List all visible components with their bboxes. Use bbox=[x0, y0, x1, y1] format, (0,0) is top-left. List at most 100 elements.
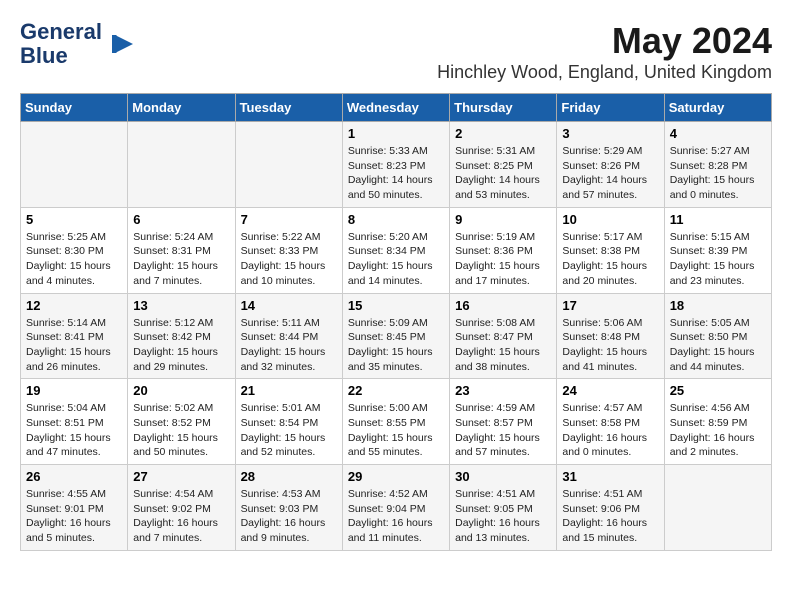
day-number: 20 bbox=[133, 383, 229, 398]
calendar-cell: 5Sunrise: 5:25 AM Sunset: 8:30 PM Daylig… bbox=[21, 207, 128, 293]
day-number: 6 bbox=[133, 212, 229, 227]
day-number: 13 bbox=[133, 298, 229, 313]
day-info: Sunrise: 5:19 AM Sunset: 8:36 PM Dayligh… bbox=[455, 230, 551, 289]
day-number: 26 bbox=[26, 469, 122, 484]
page-header: General Blue May 2024 Hinchley Wood, Eng… bbox=[20, 20, 772, 83]
day-info: Sunrise: 5:15 AM Sunset: 8:39 PM Dayligh… bbox=[670, 230, 766, 289]
day-number: 12 bbox=[26, 298, 122, 313]
calendar-week-1: 1 Sunrise: 5:33 AM Sunset: 8:23 PM Daylig… bbox=[21, 122, 772, 208]
day-number: 23 bbox=[455, 383, 551, 398]
calendar-cell: 3Sunrise: 5:29 AM Sunset: 8:26 PM Daylig… bbox=[557, 122, 664, 208]
calendar-cell: 1 Sunrise: 5:33 AM Sunset: 8:23 PM Daylig… bbox=[342, 122, 449, 208]
day-info: Sunrise: 4:53 AM Sunset: 9:03 PM Dayligh… bbox=[241, 487, 337, 546]
day-info: Sunrise: 5:09 AM Sunset: 8:45 PM Dayligh… bbox=[348, 316, 444, 375]
calendar-cell: 14 Sunrise: 5:11 AM Sunset: 8:44 PM Dayli… bbox=[235, 293, 342, 379]
weekday-header-row: SundayMondayTuesdayWednesdayThursdayFrid… bbox=[21, 94, 772, 122]
weekday-header-friday: Friday bbox=[557, 94, 664, 122]
day-info: Sunrise: 5:02 AM Sunset: 8:52 PM Dayligh… bbox=[133, 401, 229, 460]
calendar-cell: 12 Sunrise: 5:14 AM Sunset: 8:41 PM Dayli… bbox=[21, 293, 128, 379]
weekday-header-monday: Monday bbox=[128, 94, 235, 122]
calendar-cell: 21 Sunrise: 5:01 AM Sunset: 8:54 PM Dayli… bbox=[235, 379, 342, 465]
day-number: 25 bbox=[670, 383, 766, 398]
day-info: Sunrise: 4:51 AM Sunset: 9:05 PM Dayligh… bbox=[455, 487, 551, 546]
calendar-table: SundayMondayTuesdayWednesdayThursdayFrid… bbox=[20, 93, 772, 551]
day-number: 16 bbox=[455, 298, 551, 313]
day-info: Sunrise: 4:59 AM Sunset: 8:57 PM Dayligh… bbox=[455, 401, 551, 460]
day-info: Sunrise: 4:52 AM Sunset: 9:04 PM Dayligh… bbox=[348, 487, 444, 546]
calendar-cell: 20 Sunrise: 5:02 AM Sunset: 8:52 PM Dayli… bbox=[128, 379, 235, 465]
logo-icon bbox=[106, 29, 136, 59]
day-info: Sunrise: 5:12 AM Sunset: 8:42 PM Dayligh… bbox=[133, 316, 229, 375]
calendar-week-2: 5Sunrise: 5:25 AM Sunset: 8:30 PM Daylig… bbox=[21, 207, 772, 293]
day-info: Sunrise: 4:56 AM Sunset: 8:59 PM Dayligh… bbox=[670, 401, 766, 460]
calendar-cell bbox=[128, 122, 235, 208]
day-number: 11 bbox=[670, 212, 766, 227]
calendar-cell: 28Sunrise: 4:53 AM Sunset: 9:03 PM Dayli… bbox=[235, 465, 342, 551]
day-number: 4 bbox=[670, 126, 766, 141]
calendar-cell: 16 Sunrise: 5:08 AM Sunset: 8:47 PM Dayli… bbox=[450, 293, 557, 379]
day-info: Sunrise: 5:04 AM Sunset: 8:51 PM Dayligh… bbox=[26, 401, 122, 460]
calendar-cell: 30Sunrise: 4:51 AM Sunset: 9:05 PM Dayli… bbox=[450, 465, 557, 551]
calendar-cell: 2 Sunrise: 5:31 AM Sunset: 8:25 PM Daylig… bbox=[450, 122, 557, 208]
calendar-cell: 9Sunrise: 5:19 AM Sunset: 8:36 PM Daylig… bbox=[450, 207, 557, 293]
calendar-cell: 4 Sunrise: 5:27 AM Sunset: 8:28 PM Daylig… bbox=[664, 122, 771, 208]
weekday-header-wednesday: Wednesday bbox=[342, 94, 449, 122]
day-number: 24 bbox=[562, 383, 658, 398]
day-info: Sunrise: 5:14 AM Sunset: 8:41 PM Dayligh… bbox=[26, 316, 122, 375]
calendar-cell: 29 Sunrise: 4:52 AM Sunset: 9:04 PM Dayli… bbox=[342, 465, 449, 551]
day-number: 22 bbox=[348, 383, 444, 398]
calendar-cell: 8 Sunrise: 5:20 AM Sunset: 8:34 PM Daylig… bbox=[342, 207, 449, 293]
weekday-header-thursday: Thursday bbox=[450, 94, 557, 122]
day-number: 21 bbox=[241, 383, 337, 398]
day-number: 8 bbox=[348, 212, 444, 227]
day-info: Sunrise: 5:01 AM Sunset: 8:54 PM Dayligh… bbox=[241, 401, 337, 460]
day-info: Sunrise: 5:11 AM Sunset: 8:44 PM Dayligh… bbox=[241, 316, 337, 375]
location-title: Hinchley Wood, England, United Kingdom bbox=[437, 62, 772, 83]
day-info: Sunrise: 5:20 AM Sunset: 8:34 PM Dayligh… bbox=[348, 230, 444, 289]
logo-text: General Blue bbox=[20, 20, 102, 68]
calendar-cell bbox=[21, 122, 128, 208]
day-number: 10 bbox=[562, 212, 658, 227]
day-number: 27 bbox=[133, 469, 229, 484]
day-number: 29 bbox=[348, 469, 444, 484]
day-info: Sunrise: 4:54 AM Sunset: 9:02 PM Dayligh… bbox=[133, 487, 229, 546]
calendar-cell: 22Sunrise: 5:00 AM Sunset: 8:55 PM Dayli… bbox=[342, 379, 449, 465]
day-info: Sunrise: 4:51 AM Sunset: 9:06 PM Dayligh… bbox=[562, 487, 658, 546]
day-info: Sunrise: 5:22 AM Sunset: 8:33 PM Dayligh… bbox=[241, 230, 337, 289]
logo: General Blue bbox=[20, 20, 136, 68]
calendar-cell: 13 Sunrise: 5:12 AM Sunset: 8:42 PM Dayli… bbox=[128, 293, 235, 379]
calendar-cell: 11 Sunrise: 5:15 AM Sunset: 8:39 PM Dayli… bbox=[664, 207, 771, 293]
day-number: 31 bbox=[562, 469, 658, 484]
day-info: Sunrise: 5:33 AM Sunset: 8:23 PM Dayligh… bbox=[348, 144, 444, 203]
calendar-cell: 26 Sunrise: 4:55 AM Sunset: 9:01 PM Dayli… bbox=[21, 465, 128, 551]
day-info: Sunrise: 5:27 AM Sunset: 8:28 PM Dayligh… bbox=[670, 144, 766, 203]
day-number: 2 bbox=[455, 126, 551, 141]
day-number: 17 bbox=[562, 298, 658, 313]
day-info: Sunrise: 5:24 AM Sunset: 8:31 PM Dayligh… bbox=[133, 230, 229, 289]
calendar-cell: 23 Sunrise: 4:59 AM Sunset: 8:57 PM Dayli… bbox=[450, 379, 557, 465]
calendar-cell: 24Sunrise: 4:57 AM Sunset: 8:58 PM Dayli… bbox=[557, 379, 664, 465]
day-number: 15 bbox=[348, 298, 444, 313]
calendar-cell: 18Sunrise: 5:05 AM Sunset: 8:50 PM Dayli… bbox=[664, 293, 771, 379]
day-number: 14 bbox=[241, 298, 337, 313]
day-number: 5 bbox=[26, 212, 122, 227]
logo-line1: General bbox=[20, 19, 102, 44]
weekday-header-tuesday: Tuesday bbox=[235, 94, 342, 122]
day-number: 1 bbox=[348, 126, 444, 141]
month-title: May 2024 bbox=[437, 20, 772, 62]
weekday-header-saturday: Saturday bbox=[664, 94, 771, 122]
day-info: Sunrise: 5:17 AM Sunset: 8:38 PM Dayligh… bbox=[562, 230, 658, 289]
day-info: Sunrise: 5:05 AM Sunset: 8:50 PM Dayligh… bbox=[670, 316, 766, 375]
calendar-cell: 17Sunrise: 5:06 AM Sunset: 8:48 PM Dayli… bbox=[557, 293, 664, 379]
day-number: 19 bbox=[26, 383, 122, 398]
calendar-week-5: 26 Sunrise: 4:55 AM Sunset: 9:01 PM Dayli… bbox=[21, 465, 772, 551]
logo-line2: Blue bbox=[20, 43, 68, 68]
calendar-week-4: 19 Sunrise: 5:04 AM Sunset: 8:51 PM Dayli… bbox=[21, 379, 772, 465]
calendar-cell: 31 Sunrise: 4:51 AM Sunset: 9:06 PM Dayli… bbox=[557, 465, 664, 551]
calendar-cell: 10 Sunrise: 5:17 AM Sunset: 8:38 PM Dayli… bbox=[557, 207, 664, 293]
calendar-cell bbox=[664, 465, 771, 551]
day-info: Sunrise: 5:08 AM Sunset: 8:47 PM Dayligh… bbox=[455, 316, 551, 375]
day-info: Sunrise: 5:31 AM Sunset: 8:25 PM Dayligh… bbox=[455, 144, 551, 203]
calendar-cell: 25 Sunrise: 4:56 AM Sunset: 8:59 PM Dayli… bbox=[664, 379, 771, 465]
day-info: Sunrise: 4:55 AM Sunset: 9:01 PM Dayligh… bbox=[26, 487, 122, 546]
